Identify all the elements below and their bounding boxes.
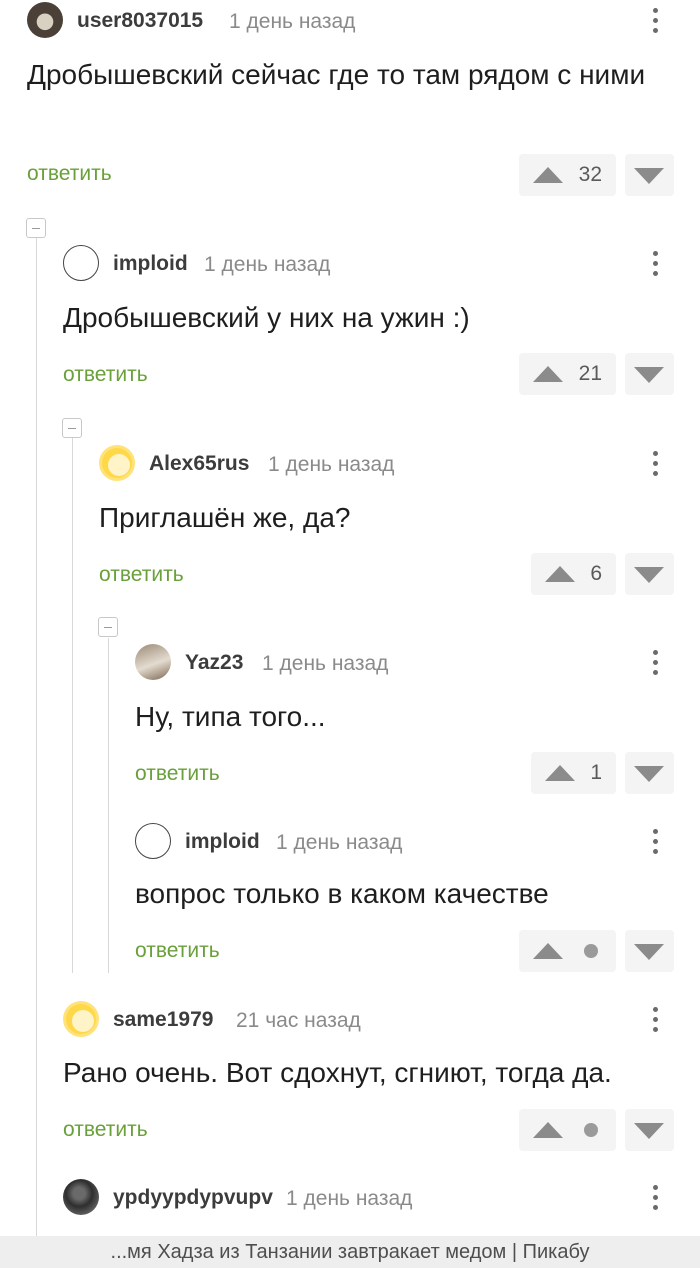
- downvote-arrow-icon: [634, 168, 664, 184]
- comment-text: Дробышевский у них на ужин :): [63, 302, 470, 333]
- avatar[interactable]: [63, 1001, 99, 1037]
- upvote-arrow-icon: [533, 943, 563, 959]
- collapse-minus-icon[interactable]: [98, 617, 118, 637]
- timestamp: 1 день назад: [262, 652, 389, 675]
- collapse-minus-icon[interactable]: [62, 418, 82, 438]
- downvote-button[interactable]: [625, 930, 674, 972]
- vertical-dots-menu-icon[interactable]: [650, 1181, 660, 1213]
- comment-header: ypdyypdypvupv 1 день назад: [63, 1177, 700, 1217]
- username[interactable]: same1979: [113, 1008, 213, 1032]
- comment-header: Alex65rus 1 день назад: [99, 443, 700, 483]
- upvote-arrow-icon: [533, 366, 563, 382]
- reply-link[interactable]: ответить: [63, 363, 148, 387]
- thread-line-level1: [36, 238, 37, 1238]
- username[interactable]: Alex65rus: [149, 452, 249, 476]
- comment-text: Приглашён же, да?: [99, 502, 351, 533]
- page-title-bar: ...мя Хадза из Танзании завтракает медом…: [0, 1236, 700, 1268]
- avatar[interactable]: [63, 1179, 99, 1215]
- comment: imploid 1 день назад Дробышевский у них …: [63, 243, 700, 403]
- comment-text: Дробышевский сейчас где то там рядом с н…: [27, 59, 646, 90]
- vote-count: 21: [578, 362, 602, 385]
- comment-header: imploid 1 день назад: [135, 821, 700, 861]
- upvote-button[interactable]: 32: [519, 154, 616, 196]
- vertical-dots-menu-icon[interactable]: [650, 1003, 660, 1035]
- upvote-button[interactable]: 1: [531, 752, 616, 794]
- downvote-arrow-icon: [634, 766, 664, 782]
- comment-header: Yaz23 1 день назад: [135, 642, 700, 682]
- vote-pending-dot: [584, 944, 598, 958]
- comment-header: same1979 21 час назад: [63, 999, 700, 1039]
- comment: Alex65rus 1 день назад Приглашён же, да?…: [99, 443, 700, 603]
- vertical-dots-menu-icon[interactable]: [650, 825, 660, 857]
- upvote-button[interactable]: 21: [519, 353, 616, 395]
- vote-count: 32: [578, 163, 602, 186]
- downvote-button[interactable]: [625, 752, 674, 794]
- timestamp: 1 день назад: [268, 453, 395, 476]
- comment-header: imploid 1 день назад: [63, 243, 700, 283]
- comment-text: Рано очень. Вот сдохнут, сгниют, тогда д…: [63, 1057, 612, 1088]
- comment: same1979 21 час назад Рано очень. Вот сд…: [63, 999, 700, 1159]
- vote-count: 6: [590, 562, 602, 585]
- upvote-arrow-icon: [533, 1122, 563, 1138]
- upvote-arrow-icon: [533, 167, 563, 183]
- timestamp: 1 день назад: [204, 253, 331, 276]
- upvote-arrow-icon: [545, 765, 575, 781]
- username[interactable]: Yaz23: [185, 651, 243, 675]
- timestamp: 21 час назад: [236, 1009, 361, 1032]
- upvote-arrow-icon: [545, 566, 575, 582]
- downvote-arrow-icon: [634, 944, 664, 960]
- downvote-arrow-icon: [634, 567, 664, 583]
- username[interactable]: imploid: [113, 252, 188, 276]
- downvote-button[interactable]: [625, 1109, 674, 1151]
- collapse-minus-icon[interactable]: [26, 218, 46, 238]
- avatar[interactable]: [27, 2, 63, 38]
- vertical-dots-menu-icon[interactable]: [650, 447, 660, 479]
- downvote-arrow-icon: [634, 1123, 664, 1139]
- avatar[interactable]: [135, 823, 171, 859]
- reply-link[interactable]: ответить: [63, 1118, 148, 1142]
- reply-link[interactable]: ответить: [99, 563, 184, 587]
- comment: user8037015 1 день назад Дробышевский се…: [27, 0, 700, 200]
- upvote-button[interactable]: [519, 1109, 616, 1151]
- vote-pending-dot: [584, 1123, 598, 1137]
- upvote-button[interactable]: 6: [531, 553, 616, 595]
- upvote-button[interactable]: [519, 930, 616, 972]
- vertical-dots-menu-icon[interactable]: [650, 247, 660, 279]
- reply-link[interactable]: ответить: [135, 762, 220, 786]
- downvote-button[interactable]: [625, 154, 674, 196]
- comment: imploid 1 день назад вопрос только в как…: [135, 821, 700, 981]
- downvote-arrow-icon: [634, 367, 664, 383]
- comment-text: вопрос только в каком качестве: [135, 878, 549, 909]
- avatar[interactable]: [135, 644, 171, 680]
- vertical-dots-menu-icon[interactable]: [650, 646, 660, 678]
- username[interactable]: user8037015: [77, 9, 203, 33]
- comment: ypdyypdypvupv 1 день назад: [63, 1177, 700, 1227]
- username[interactable]: imploid: [185, 830, 260, 854]
- comment-header: user8037015 1 день назад: [27, 0, 700, 40]
- username[interactable]: ypdyypdypvupv: [113, 1186, 273, 1210]
- reply-link[interactable]: ответить: [135, 939, 220, 963]
- downvote-button[interactable]: [625, 353, 674, 395]
- thread-line-level2: [72, 438, 73, 973]
- comment-text: Ну, типа того...: [135, 701, 326, 732]
- thread-line-level3: [108, 638, 109, 973]
- timestamp: 1 день назад: [276, 831, 403, 854]
- comment: Yaz23 1 день назад Ну, типа того... отве…: [135, 642, 700, 802]
- timestamp: 1 день назад: [286, 1187, 413, 1210]
- timestamp: 1 день назад: [229, 10, 356, 33]
- vertical-dots-menu-icon[interactable]: [650, 4, 660, 36]
- reply-link[interactable]: ответить: [27, 162, 112, 186]
- downvote-button[interactable]: [625, 553, 674, 595]
- avatar[interactable]: [99, 445, 135, 481]
- avatar[interactable]: [63, 245, 99, 281]
- vote-count: 1: [590, 761, 602, 784]
